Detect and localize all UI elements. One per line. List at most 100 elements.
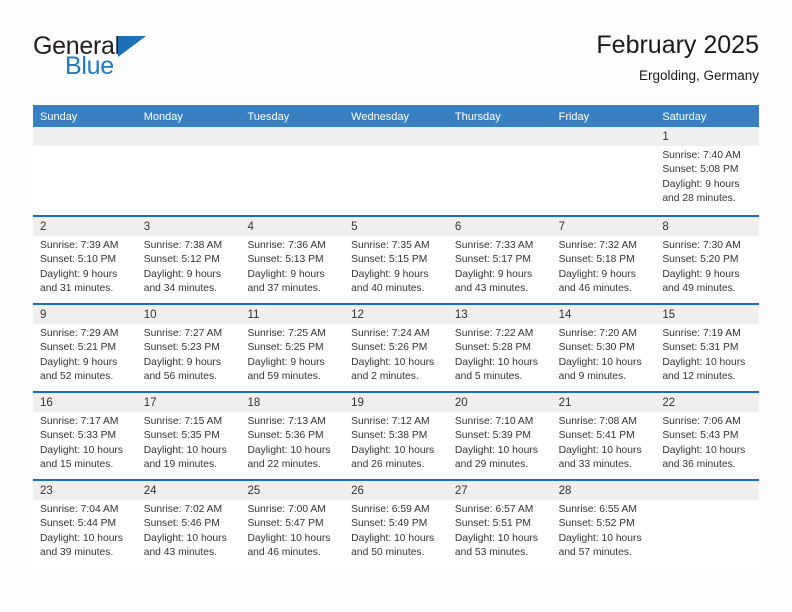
day-detail-line: Sunset: 5:08 PM <box>662 164 739 176</box>
calendar-day-cell[interactable]: 2 Sunrise: 7:39 AM Sunset: 5:10 PM Daylight… <box>33 217 137 303</box>
calendar-day-cell[interactable]: 13 Sunrise: 7:22 AM Sunset: 5:28 PM Dayligh… <box>447 305 552 391</box>
calendar-day-cell-empty <box>344 127 448 215</box>
day-number-band <box>655 481 760 500</box>
title-block: February 2025 Ergolding, Germany <box>596 30 759 86</box>
calendar-day-cell[interactable]: 25 Sunrise: 7:00 AM Sunset: 5:47 PM Dayligh… <box>240 481 345 567</box>
day-detail-line: and 43 minutes. <box>143 546 217 558</box>
day-detail-line: Daylight: 10 hours <box>247 532 331 544</box>
day-number: 25 <box>247 485 261 497</box>
day-detail-line: and 15 minutes. <box>40 458 114 470</box>
calendar-day-cell[interactable]: 9 Sunrise: 7:29 AM Sunset: 5:21 PM Daylight… <box>33 305 137 391</box>
calendar-day-cell[interactable]: 17 Sunrise: 7:15 AM Sunset: 5:35 PM Dayligh… <box>136 393 241 479</box>
calendar-day-cell[interactable]: 10 Sunrise: 7:27 AM Sunset: 5:23 PM Dayligh… <box>136 305 241 391</box>
day-number: 7 <box>558 221 565 233</box>
page-title: February 2025 <box>596 31 759 59</box>
day-number-band <box>551 127 656 146</box>
day-detail-line: Sunrise: 7:32 AM <box>558 240 638 251</box>
day-detail-lines <box>33 146 137 149</box>
day-detail-line: Daylight: 10 hours <box>351 444 435 456</box>
day-detail-lines: Sunrise: 7:02 AM Sunset: 5:46 PM Daylight:… <box>137 500 241 560</box>
day-detail-line: Sunset: 5:49 PM <box>351 518 428 530</box>
brand-name-blue: Blue <box>65 52 114 80</box>
day-number: 14 <box>558 309 572 321</box>
calendar-day-cell[interactable]: 16 Sunrise: 7:17 AM Sunset: 5:33 PM Dayligh… <box>33 393 137 479</box>
day-detail-line: Daylight: 9 hours <box>40 356 118 368</box>
day-detail-lines: Sunrise: 7:29 AM Sunset: 5:21 PM Daylight:… <box>33 324 137 384</box>
day-detail-line: Sunset: 5:51 PM <box>454 518 532 530</box>
day-number-band: 23 <box>33 481 137 500</box>
calendar-day-cell[interactable]: 8 Sunrise: 7:30 AM Sunset: 5:20 PM Daylight… <box>655 217 760 303</box>
calendar-day-cell[interactable]: 21 Sunrise: 7:08 AM Sunset: 5:41 PM Dayligh… <box>551 393 656 479</box>
day-number: 1 <box>662 131 669 143</box>
day-detail-line: Sunrise: 7:13 AM <box>247 416 326 427</box>
day-detail-line: Daylight: 10 hours <box>351 356 435 368</box>
calendar-day-cell[interactable]: 12 Sunrise: 7:24 AM Sunset: 5:26 PM Dayligh… <box>344 305 448 391</box>
day-number: 27 <box>454 485 468 497</box>
day-detail-line: Daylight: 9 hours <box>558 268 636 280</box>
day-detail-lines: Sunrise: 7:25 AM Sunset: 5:25 PM Daylight:… <box>240 324 344 384</box>
day-detail-line: Sunset: 5:31 PM <box>662 342 739 354</box>
day-detail-line: Sunrise: 7:15 AM <box>143 416 223 427</box>
day-detail-line: Daylight: 10 hours <box>143 444 227 456</box>
day-detail-lines: Sunrise: 7:36 AM Sunset: 5:13 PM Daylight:… <box>240 236 344 296</box>
day-detail-line: and 37 minutes. <box>247 282 321 294</box>
calendar-day-cell[interactable]: 27 Sunrise: 6:57 AM Sunset: 5:51 PM Dayligh… <box>447 481 552 567</box>
day-detail-line: Sunset: 5:12 PM <box>143 254 220 266</box>
calendar-day-cell[interactable]: 20 Sunrise: 7:10 AM Sunset: 5:39 PM Dayligh… <box>447 393 552 479</box>
day-detail-lines: Sunrise: 7:32 AM Sunset: 5:18 PM Daylight:… <box>552 236 656 296</box>
day-number: 28 <box>558 485 572 497</box>
day-detail-line: Daylight: 10 hours <box>662 444 746 456</box>
calendar-weeks: 1 Sunrise: 7:40 AM Sunset: 5:08 PM Daylight… <box>33 127 760 567</box>
calendar-day-cell[interactable]: 19 Sunrise: 7:12 AM Sunset: 5:38 PM Dayligh… <box>344 393 448 479</box>
weekday-header-row: Sunday Monday Tuesday Wednesday Thursday Frid… <box>33 105 759 127</box>
calendar-day-cell-empty <box>655 481 760 567</box>
calendar-day-cell[interactable]: 11 Sunrise: 7:25 AM Sunset: 5:25 PM Dayligh… <box>240 305 345 391</box>
calendar-day-cell[interactable]: 14 Sunrise: 7:20 AM Sunset: 5:30 PM Dayligh… <box>551 305 656 391</box>
day-detail-line: Daylight: 9 hours <box>247 268 325 280</box>
calendar-day-cell[interactable]: 26 Sunrise: 6:59 AM Sunset: 5:49 PM Dayligh… <box>344 481 448 567</box>
day-number: 11 <box>247 309 260 321</box>
calendar-day-cell[interactable]: 4 Sunrise: 7:36 AM Sunset: 5:13 PM Daylight… <box>240 217 345 303</box>
day-detail-line: and 19 minutes. <box>143 458 217 470</box>
calendar-day-cell[interactable]: 1 Sunrise: 7:40 AM Sunset: 5:08 PM Daylight… <box>655 127 760 215</box>
day-detail-line: Daylight: 10 hours <box>143 532 227 544</box>
day-detail-line: Daylight: 10 hours <box>558 532 642 544</box>
day-detail-line: Daylight: 10 hours <box>40 444 123 456</box>
day-number: 16 <box>40 397 53 409</box>
day-detail-line: Sunrise: 7:12 AM <box>351 416 430 427</box>
day-detail-lines: Sunrise: 7:12 AM Sunset: 5:38 PM Daylight:… <box>344 412 448 472</box>
general-blue-logo[interactable]: General Blue <box>33 34 213 94</box>
day-number-band <box>240 127 345 146</box>
day-number-band: 12 <box>344 305 448 324</box>
day-detail-line: and 59 minutes. <box>247 370 321 382</box>
day-detail-line: and 50 minutes. <box>351 546 425 558</box>
calendar-day-cell[interactable]: 18 Sunrise: 7:13 AM Sunset: 5:36 PM Dayligh… <box>240 393 345 479</box>
day-detail-line: Sunset: 5:23 PM <box>143 342 220 354</box>
calendar-day-cell[interactable]: 28 Sunrise: 6:55 AM Sunset: 5:52 PM Dayligh… <box>551 481 656 567</box>
day-detail-lines <box>448 146 552 149</box>
calendar-day-cell[interactable]: 22 Sunrise: 7:06 AM Sunset: 5:43 PM Dayligh… <box>655 393 760 479</box>
calendar-page: General Blue February 2025 Ergolding, Ge… <box>0 0 792 612</box>
day-detail-line: Sunrise: 7:08 AM <box>558 416 638 427</box>
calendar-day-cell[interactable]: 7 Sunrise: 7:32 AM Sunset: 5:18 PM Daylight… <box>551 217 656 303</box>
day-detail-line: Daylight: 10 hours <box>40 532 123 544</box>
calendar-week-row: 23 Sunrise: 7:04 AM Sunset: 5:44 PM Dayligh… <box>33 479 760 567</box>
day-number: 13 <box>454 309 468 321</box>
day-detail-lines <box>552 146 656 149</box>
calendar-day-cell[interactable]: 23 Sunrise: 7:04 AM Sunset: 5:44 PM Dayligh… <box>33 481 137 567</box>
calendar-day-cell[interactable]: 3 Sunrise: 7:38 AM Sunset: 5:12 PM Daylight… <box>136 217 241 303</box>
day-detail-lines <box>344 146 448 149</box>
day-number: 5 <box>351 221 358 233</box>
day-detail-line: Sunrise: 7:33 AM <box>454 240 534 251</box>
day-detail-line: Sunrise: 7:24 AM <box>351 328 430 339</box>
calendar-day-cell[interactable]: 24 Sunrise: 7:02 AM Sunset: 5:46 PM Dayligh… <box>136 481 241 567</box>
day-detail-line: Daylight: 9 hours <box>454 268 533 280</box>
day-number: 18 <box>247 397 261 409</box>
day-number: 9 <box>40 309 47 321</box>
day-detail-line: Sunrise: 7:02 AM <box>143 504 223 515</box>
calendar-day-cell[interactable]: 6 Sunrise: 7:33 AM Sunset: 5:17 PM Daylight… <box>447 217 552 303</box>
calendar-day-cell[interactable]: 5 Sunrise: 7:35 AM Sunset: 5:15 PM Daylight… <box>344 217 448 303</box>
calendar-day-cell[interactable]: 15 Sunrise: 7:19 AM Sunset: 5:31 PM Dayligh… <box>655 305 760 391</box>
day-detail-line: Sunrise: 7:20 AM <box>558 328 638 339</box>
day-number-band: 1 <box>655 127 760 146</box>
